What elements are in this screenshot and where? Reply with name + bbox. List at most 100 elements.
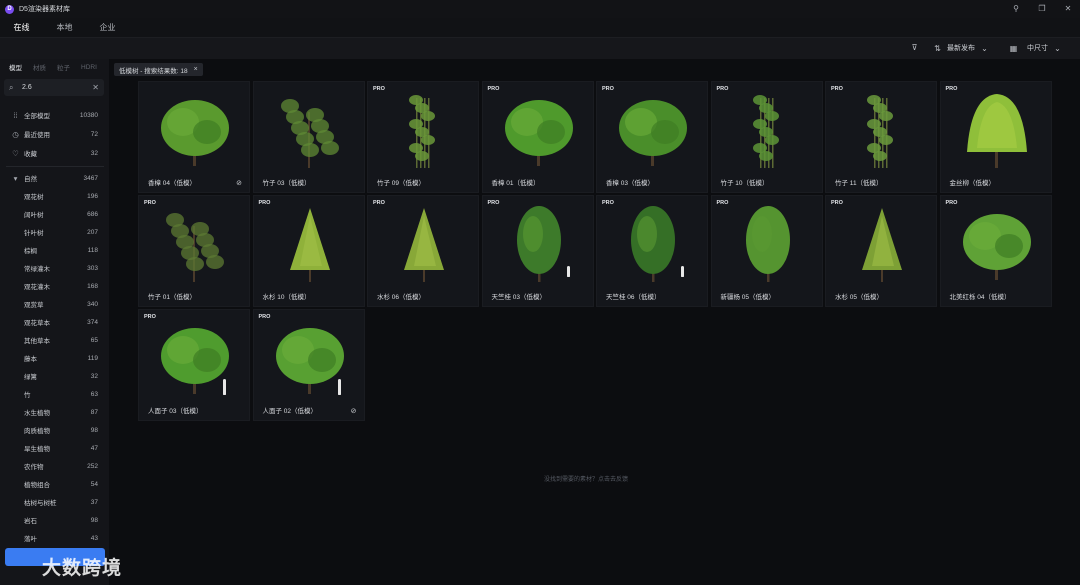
asset-card[interactable]: PRO 水杉 10（低模） — [252, 195, 365, 307]
title-bar: D D5渲染器素材库 ⚲ ❐ ✕ — [0, 0, 1080, 18]
list-item-count: 32 — [90, 372, 98, 380]
pro-badge: PRO — [144, 314, 156, 320]
pro-badge: PRO — [602, 86, 614, 92]
tree-thumbnail — [504, 100, 573, 166]
asset-card[interactable]: 竹子 03（低模） — [252, 81, 365, 193]
list-item-label: 藤本 — [24, 356, 37, 363]
sidebar-item[interactable]: 观花草本 374 — [0, 314, 109, 330]
sidebar-item[interactable]: 阔叶树 686 — [0, 206, 109, 222]
pro-badge: PRO — [945, 86, 958, 92]
sidebar-tab-hdri[interactable]: HDRI — [81, 64, 105, 71]
search-input[interactable]: ⌕ 2.6 ✕ — [4, 79, 104, 96]
asset-card[interactable]: PRO 新疆杨 05（低模） — [710, 195, 823, 307]
pin-icon[interactable]: ⚲ — [1010, 3, 1022, 15]
scale-figure — [337, 379, 341, 395]
asset-card[interactable]: PRO 水杉 06（低模） — [367, 195, 479, 307]
asset-card[interactable]: PRO 天竺桂 06（低模） — [596, 195, 708, 307]
tree-thumbnail — [404, 208, 444, 282]
tree-thumbnail — [166, 213, 224, 282]
sidebar-item[interactable]: 观花灌木 168 — [0, 278, 109, 294]
list-item-label: 观花树 — [24, 194, 44, 201]
sidebar-item[interactable]: 观花树 196 — [0, 188, 109, 204]
close-icon[interactable]: × — [194, 66, 198, 73]
asset-name: 竹子 09（低模） — [377, 180, 426, 187]
asset-card[interactable]: PRO 天竺桂 03（低模） — [481, 195, 594, 307]
search-value: 2.6 — [22, 84, 32, 91]
tree-thumbnail — [161, 100, 229, 166]
tree-thumbnail — [280, 99, 339, 168]
sidebar-item[interactable]: 其他草本 65 — [0, 332, 109, 348]
grid-icon: ⁞⁞ — [13, 110, 18, 120]
sidebar-tab-particles[interactable]: 粒子 — [57, 62, 81, 72]
sidebar-item[interactable]: 农作物 252 — [0, 458, 109, 474]
list-item-count: 98 — [90, 426, 98, 434]
close-icon[interactable]: ✕ — [1062, 3, 1074, 15]
tab-online[interactable]: 在线 — [0, 22, 43, 33]
size-dropdown[interactable]: ▦ 中尺寸 ⌄ — [1009, 43, 1062, 53]
sort-dropdown[interactable]: ⇅ 最新发布 ⌄ — [933, 43, 989, 53]
filter-chip[interactable]: 低模树 - 搜索结果数: 18 × — [114, 63, 203, 76]
asset-card[interactable]: PRO 北美红栎 04（低模） — [939, 195, 1052, 307]
list-item-count: 686 — [87, 210, 98, 218]
pro-badge: PRO — [258, 314, 271, 320]
downloaded-check-icon: ⊘ — [236, 180, 242, 187]
asset-card[interactable]: PRO 香樟 01（低模） — [481, 81, 594, 193]
asset-card[interactable]: PRO 金丝柳（低模） — [939, 81, 1052, 193]
sidebar-item[interactable]: 绿篱 32 — [0, 368, 109, 384]
restore-icon[interactable]: ❐ — [1036, 3, 1048, 15]
asset-card[interactable]: 香樟 04（低模） ⊘ — [138, 81, 250, 193]
tab-local[interactable]: 本地 — [43, 22, 86, 33]
clear-icon[interactable]: ✕ — [92, 83, 99, 92]
asset-card[interactable]: PRO 水杉 05（低模） — [825, 195, 937, 307]
grid-size-icon: ▦ — [1009, 43, 1018, 53]
heart-icon: ♡ — [12, 148, 19, 158]
sidebar-item[interactable]: 旱生植物 47 — [0, 440, 109, 456]
sidebar-item[interactable]: 棕榈 118 — [0, 242, 109, 258]
sidebar-tab-models[interactable]: 模型 — [9, 62, 33, 72]
tree-thumbnail — [161, 328, 229, 394]
asset-card[interactable]: PRO 香樟 03（低模） — [596, 81, 708, 193]
asset-card[interactable]: PRO 竹子 01（低模） — [138, 195, 250, 307]
asset-card[interactable]: PRO 人面子 02（低模） ⊘ — [252, 309, 365, 421]
scale-figure — [566, 266, 570, 277]
asset-card[interactable]: PRO 竹子 10（低模） — [710, 81, 823, 193]
sidebar-item[interactable]: 肉质植物 98 — [0, 422, 109, 438]
sidebar-item[interactable]: 针叶树 207 — [0, 224, 109, 240]
list-item-count: 10380 — [79, 111, 98, 119]
tree-thumbnail — [752, 95, 779, 168]
filter-button[interactable]: ⊽ — [910, 43, 919, 52]
sidebar-item[interactable]: 落叶 43 — [0, 530, 109, 546]
feedback-link[interactable]: 没找到需要的素材？点击去反馈 — [544, 474, 628, 483]
sidebar-item[interactable]: 竹 63 — [0, 386, 109, 402]
asset-card[interactable]: PRO 竹子 11（低模） — [825, 81, 937, 193]
list-item-label: 枯树与树桩 — [24, 500, 57, 507]
tree-thumbnail — [862, 208, 902, 282]
list-item-count: 37 — [90, 498, 98, 506]
sidebar: 模型 材质 粒子 HDRI ⌕ 2.6 ✕ ⁞⁞ 全部模型 10380 ◷ 最近使用 72… — [0, 59, 109, 585]
filter-chip-label: 低模树 - 搜索结果数: 18 — [119, 67, 188, 75]
sidebar-tab-materials[interactable]: 材质 — [33, 62, 57, 72]
tab-enterprise[interactable]: 企业 — [86, 22, 129, 33]
sidebar-item[interactable]: 常绿灌木 303 — [0, 260, 109, 276]
sidebar-item-grid[interactable]: ⁞⁞ 全部模型 10380 — [0, 107, 109, 123]
sidebar-item[interactable]: 植物组合 54 — [0, 476, 109, 492]
asset-card[interactable]: PRO 竹子 09（低模） — [367, 81, 479, 193]
pro-badge: PRO — [716, 86, 729, 92]
asset-name: 竹子 11（低模） — [835, 180, 883, 187]
category-nature[interactable]: ▾ 自然 3467 — [0, 170, 109, 186]
sidebar-item[interactable]: 观赏草 340 — [0, 296, 109, 312]
list-item-count: 374 — [87, 318, 98, 326]
list-item-count: 63 — [90, 390, 98, 398]
asset-card[interactable]: PRO 人面子 03（低模） — [138, 309, 250, 421]
sidebar-item[interactable]: 岩石 98 — [0, 512, 109, 528]
pro-badge: PRO — [831, 200, 843, 206]
asset-name: 水杉 05（低模） — [835, 294, 884, 301]
pro-badge: PRO — [602, 200, 614, 206]
sidebar-item-heart[interactable]: ♡ 收藏 32 — [0, 145, 109, 161]
sidebar-item[interactable]: 枯树与树桩 37 — [0, 494, 109, 510]
sidebar-item-clock[interactable]: ◷ 最近使用 72 — [0, 126, 109, 142]
sidebar-item[interactable]: 藤本 119 — [0, 350, 109, 366]
sidebar-item[interactable]: 水生植物 87 — [0, 404, 109, 420]
list-item-count: 168 — [87, 282, 98, 290]
sidebar-tabs: 模型 材质 粒子 HDRI — [0, 59, 109, 75]
